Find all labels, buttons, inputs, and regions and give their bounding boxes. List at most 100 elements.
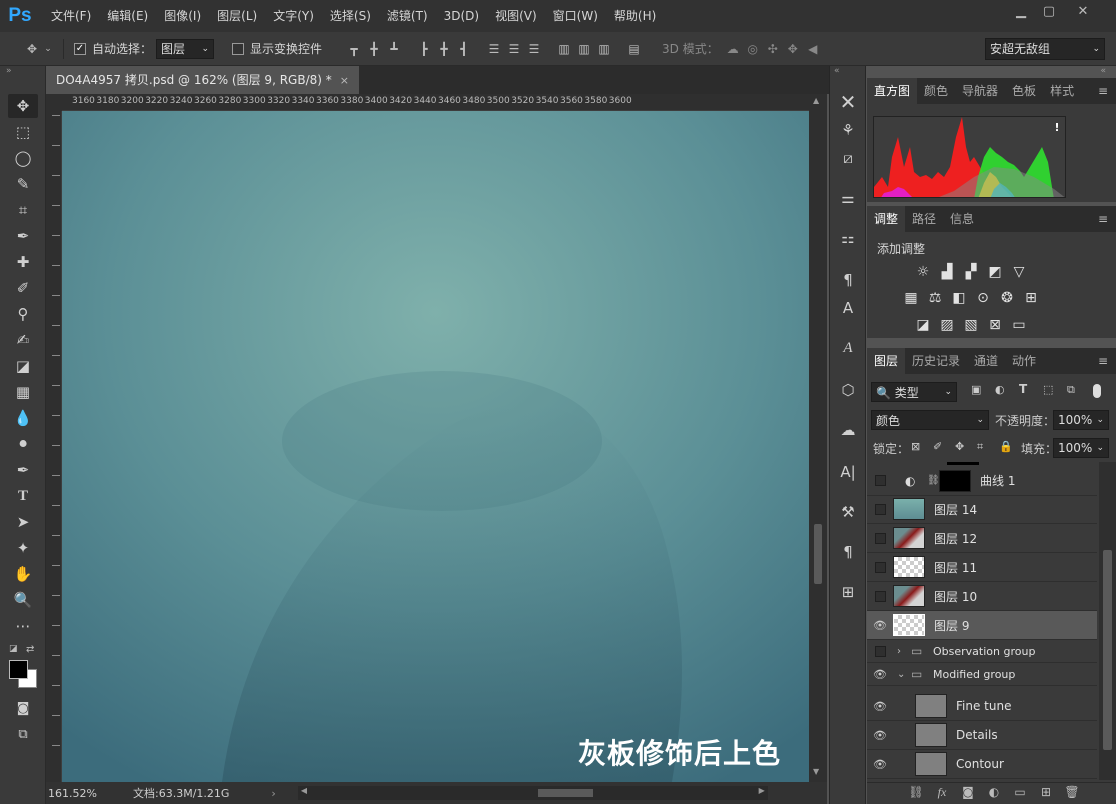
posterize-icon[interactable]: ▨ (937, 315, 957, 335)
visibility-eye-icon[interactable]: 👁 (867, 758, 893, 771)
gradient-tool-icon[interactable]: ▦ (8, 380, 38, 404)
move-tool-icon[interactable]: ✥ (8, 94, 38, 118)
brush-preset-icon[interactable]: ⚘ (836, 118, 860, 142)
visibility-toggle[interactable] (875, 475, 886, 486)
tab-layer-tabs-1[interactable]: 历史记录 (905, 348, 967, 374)
close-icon[interactable]: ✕ (1070, 0, 1096, 22)
hscroll-thumb[interactable] (537, 789, 593, 797)
quick-select-tool-icon[interactable]: ✎ (8, 172, 38, 196)
color-balance-icon[interactable]: ⚖ (925, 288, 945, 308)
add-mask-icon[interactable]: ◙ (959, 783, 977, 801)
brush-icon[interactable]: ⚒ (836, 500, 860, 524)
visibility-toggle[interactable] (875, 590, 886, 602)
collapse-panels-icon[interactable]: « (1100, 66, 1106, 76)
curves-icon[interactable]: ▞ (961, 262, 981, 282)
collapse-strip-icon[interactable]: « (834, 66, 840, 76)
tab-layer-tabs-3[interactable]: 动作 (1005, 348, 1043, 374)
levels-icon[interactable]: ▟ (937, 262, 957, 282)
visibility-toggle[interactable] (875, 503, 886, 515)
brightness-icon[interactable]: ☼ (913, 262, 933, 282)
default-colors-icon[interactable]: ◪ (9, 644, 18, 654)
collapse-icon[interactable]: » (6, 66, 12, 76)
character-icon[interactable]: A| (836, 460, 860, 484)
menu-item-2[interactable]: 图像(I) (156, 0, 209, 32)
menu-item-5[interactable]: 选择(S) (322, 0, 379, 32)
3d-icon[interactable]: ⬡ (836, 378, 860, 402)
healing-brush-tool-icon[interactable]: ✚ (8, 250, 38, 274)
scroll-down-icon[interactable]: ▼ (813, 767, 819, 776)
menu-item-9[interactable]: 窗口(W) (545, 0, 606, 32)
scrollbar-thumb[interactable] (814, 524, 822, 584)
eraser-tool-icon[interactable]: ◪ (8, 354, 38, 378)
filter-smart-object-icon[interactable]: ⧉ (1067, 383, 1075, 397)
visibility-toggle[interactable] (875, 561, 886, 573)
tab-adj-tabs-1[interactable]: 路径 (905, 206, 943, 232)
scroll-left-icon[interactable]: ◀ (301, 786, 307, 795)
align-vcenter-icon[interactable]: ╋ (364, 39, 384, 59)
panel-menu-icon[interactable]: ≡ (1098, 354, 1108, 368)
layer-row[interactable]: 👁 Details (867, 721, 1097, 750)
tab-hist-tabs-1[interactable]: 颜色 (917, 78, 955, 104)
3d-pan-icon[interactable]: ✣ (763, 39, 783, 59)
layer-row[interactable]: ◐ ⛓ 曲线 1 (867, 466, 1097, 496)
layer-row[interactable]: 👁 图层 9 (867, 611, 1097, 640)
group-chevron-icon[interactable]: ⌄ (897, 669, 911, 680)
3d-camera-icon[interactable]: ◀ (803, 39, 823, 59)
vertical-scrollbar[interactable]: ▲ ▼ (809, 94, 827, 782)
menu-item-10[interactable]: 帮助(H) (606, 0, 664, 32)
character-styles-icon[interactable]: A (836, 296, 860, 320)
new-layer-icon[interactable]: ⊞ (1037, 783, 1055, 801)
chevron-down-icon[interactable]: ⌄ (42, 39, 54, 59)
selective-color-icon[interactable]: ⊠ (985, 315, 1005, 335)
tab-hist-tabs-3[interactable]: 色板 (1005, 78, 1043, 104)
exposure-icon[interactable]: ◩ (985, 262, 1005, 282)
tab-hist-tabs-0[interactable]: 直方图 (867, 78, 918, 104)
lock-artboard-icon[interactable]: ⌗ (977, 440, 983, 454)
quick-mask-icon[interactable]: ◙ (8, 696, 38, 720)
layer-row[interactable]: 图层 10 (867, 582, 1097, 611)
menu-item-8[interactable]: 视图(V) (487, 0, 545, 32)
libraries-icon[interactable]: ☁ (836, 418, 860, 442)
swap-colors-icon[interactable]: ⇄ (26, 644, 34, 655)
distribute-vcenter-icon[interactable]: ☰ (504, 39, 524, 59)
gradient-map-icon[interactable]: ▭ (1009, 315, 1029, 335)
visibility-toggle[interactable] (875, 645, 886, 657)
layer-row[interactable]: 图层 12 (867, 524, 1097, 553)
color-lookup-icon[interactable]: ⊞ (1021, 288, 1041, 308)
more-tools-icon[interactable]: ⋯ (8, 614, 38, 638)
fill-input[interactable]: 100% ⌄ (1053, 438, 1109, 458)
align-right-icon[interactable]: ┫ (454, 39, 474, 59)
pen-tool-icon[interactable]: ✒ (8, 458, 38, 482)
delete-layer-icon[interactable]: 🗑 (1063, 783, 1081, 801)
menu-item-7[interactable]: 3D(D) (436, 0, 487, 32)
foreground-color-swatch[interactable] (9, 660, 28, 679)
distribute-bottom-icon[interactable]: ☰ (524, 39, 544, 59)
zoom-level[interactable]: 161.52% (48, 787, 128, 800)
lock-transparent-icon[interactable]: ⊠ (911, 440, 920, 453)
auto-select-checkbox[interactable]: ✓ (74, 42, 86, 55)
path-select-tool-icon[interactable]: ➤ (8, 510, 38, 534)
tab-adj-tabs-2[interactable]: 信息 (943, 206, 981, 232)
scroll-up-icon[interactable]: ▲ (813, 96, 819, 105)
align-top-icon[interactable]: ┳ (344, 39, 364, 59)
auto-align-icon[interactable]: ▤ (624, 39, 644, 59)
photo-filter-icon[interactable]: ⊙ (973, 288, 993, 308)
hand-tool-icon[interactable]: ✋ (8, 562, 38, 586)
threshold-icon[interactable]: ▧ (961, 315, 981, 335)
3d-orbit-icon[interactable]: ☁ (723, 39, 743, 59)
layers-scrollbar[interactable] (1099, 462, 1116, 780)
tab-layer-tabs-0[interactable]: 图层 (867, 348, 906, 374)
brush-tool-icon[interactable]: ✐ (8, 276, 38, 300)
clone-stamp-tool-icon[interactable]: ⚲ (8, 302, 38, 326)
tab-hist-tabs-2[interactable]: 导航器 (955, 78, 1005, 104)
warning-icon[interactable]: ! (1050, 121, 1064, 135)
menu-item-6[interactable]: 滤镜(T) (379, 0, 436, 32)
visibility-eye-icon[interactable]: 👁 (867, 729, 893, 742)
marquee-tool-icon[interactable]: ⬚ (8, 120, 38, 144)
black-white-icon[interactable]: ◧ (949, 288, 969, 308)
layer-row[interactable]: 👁 ⌄ ▭ Modified group (867, 663, 1097, 686)
channel-mixer-icon[interactable]: ❂ (997, 288, 1017, 308)
align-left-icon[interactable]: ┣ (414, 39, 434, 59)
paragraph-styles-icon[interactable]: ¶ (836, 268, 860, 292)
align-bottom-icon[interactable]: ┻ (384, 39, 404, 59)
